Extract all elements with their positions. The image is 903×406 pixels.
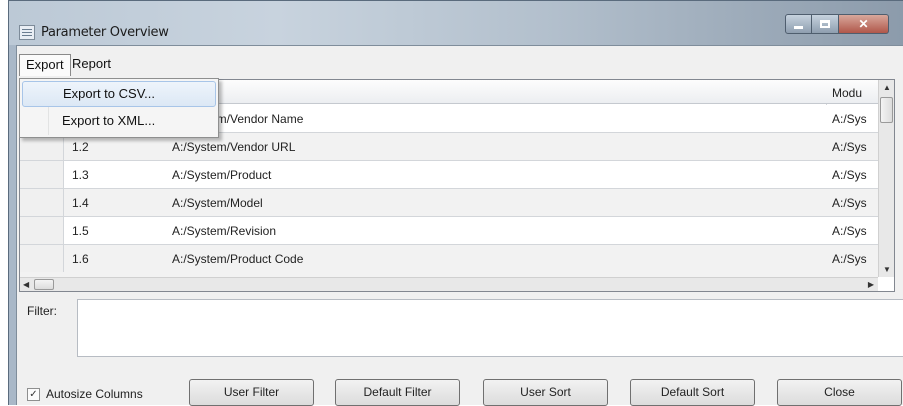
close-button[interactable]: Close — [777, 379, 902, 406]
title-bar[interactable]: Parameter Overview ✕ — [9, 1, 903, 45]
row-header[interactable] — [20, 189, 64, 216]
cell-name: A:/System/Model — [172, 196, 263, 210]
caption-buttons: ✕ — [785, 14, 889, 34]
scroll-down-arrow-icon[interactable]: ▼ — [883, 266, 891, 274]
vertical-scrollbar[interactable]: ▲ ▼ — [878, 80, 894, 277]
client-area: Export Report Modu A:/System/Vendor Name… — [16, 45, 903, 406]
table-row[interactable]: 1.4 A:/System/Model A:/Sys — [20, 189, 878, 217]
cell-id: 1.5 — [72, 224, 89, 238]
cell-module: A:/Sys — [832, 168, 867, 182]
maximize-button[interactable] — [812, 14, 839, 34]
menu-report[interactable]: Report — [66, 54, 117, 76]
cell-name: A:/System/Vendor URL — [172, 140, 296, 154]
row-header[interactable] — [20, 245, 64, 272]
menu-bar: Export Report — [17, 46, 903, 79]
scroll-up-arrow-icon[interactable]: ▲ — [883, 84, 891, 92]
table-row[interactable]: 1.5 A:/System/Revision A:/Sys — [20, 217, 878, 245]
minimize-icon — [794, 25, 803, 29]
cell-id: 1.6 — [72, 252, 89, 266]
window-title: Parameter Overview — [41, 25, 169, 40]
default-sort-button[interactable]: Default Sort — [630, 379, 755, 406]
window-app-icon — [19, 25, 35, 40]
cell-module: A:/Sys — [832, 196, 867, 210]
horizontal-scrollbar[interactable]: ◀ ▶ — [20, 277, 878, 291]
cell-name: A:/System/Product — [172, 168, 272, 182]
scroll-left-arrow-icon[interactable]: ◀ — [23, 281, 29, 289]
cell-module: A:/Sys — [832, 140, 867, 154]
row-header[interactable] — [20, 217, 64, 244]
cell-module: A:/Sys — [832, 112, 867, 126]
cell-id: 1.3 — [72, 168, 89, 182]
filter-input[interactable] — [77, 299, 903, 357]
row-header[interactable] — [20, 161, 64, 188]
horizontal-scroll-thumb[interactable] — [34, 279, 54, 290]
cell-module: A:/Sys — [832, 252, 867, 266]
scroll-right-arrow-icon[interactable]: ▶ — [868, 281, 874, 289]
user-sort-button[interactable]: User Sort — [483, 379, 608, 406]
table-row[interactable]: 1.6 A:/System/Product Code A:/Sys — [20, 245, 878, 278]
parameter-overview-window: Parameter Overview ✕ Export Report Modu — [8, 0, 903, 406]
column-header-module[interactable]: Modu — [832, 86, 862, 100]
user-filter-button[interactable]: User Filter — [189, 379, 314, 406]
autosize-columns-checkbox[interactable]: ✓ Autosize Columns — [27, 384, 143, 404]
maximize-icon — [820, 20, 830, 28]
table-row[interactable]: 1.3 A:/System/Product A:/Sys — [20, 161, 878, 189]
default-filter-button[interactable]: Default Filter — [335, 379, 460, 406]
cell-id: 1.4 — [72, 196, 89, 210]
export-to-xml-item[interactable]: Export to XML... — [22, 109, 216, 135]
export-to-csv-item[interactable]: Export to CSV... — [22, 81, 216, 107]
menu-export[interactable]: Export — [19, 54, 71, 76]
cell-id: 1.2 — [72, 140, 89, 154]
minimize-button[interactable] — [785, 14, 812, 34]
checkmark-icon[interactable]: ✓ — [27, 387, 40, 401]
cell-module: A:/Sys — [832, 224, 867, 238]
cell-name: A:/System/Product Code — [172, 252, 304, 266]
close-window-button[interactable]: ✕ — [839, 14, 889, 34]
autosize-columns-label: Autosize Columns — [46, 387, 143, 401]
filter-label: Filter: — [27, 304, 57, 318]
cell-name: A:/System/Revision — [172, 224, 277, 238]
vertical-scroll-thumb[interactable] — [880, 97, 893, 123]
close-icon: ✕ — [858, 17, 869, 31]
export-dropdown-menu: Export to CSV... Export to XML... — [19, 78, 219, 138]
